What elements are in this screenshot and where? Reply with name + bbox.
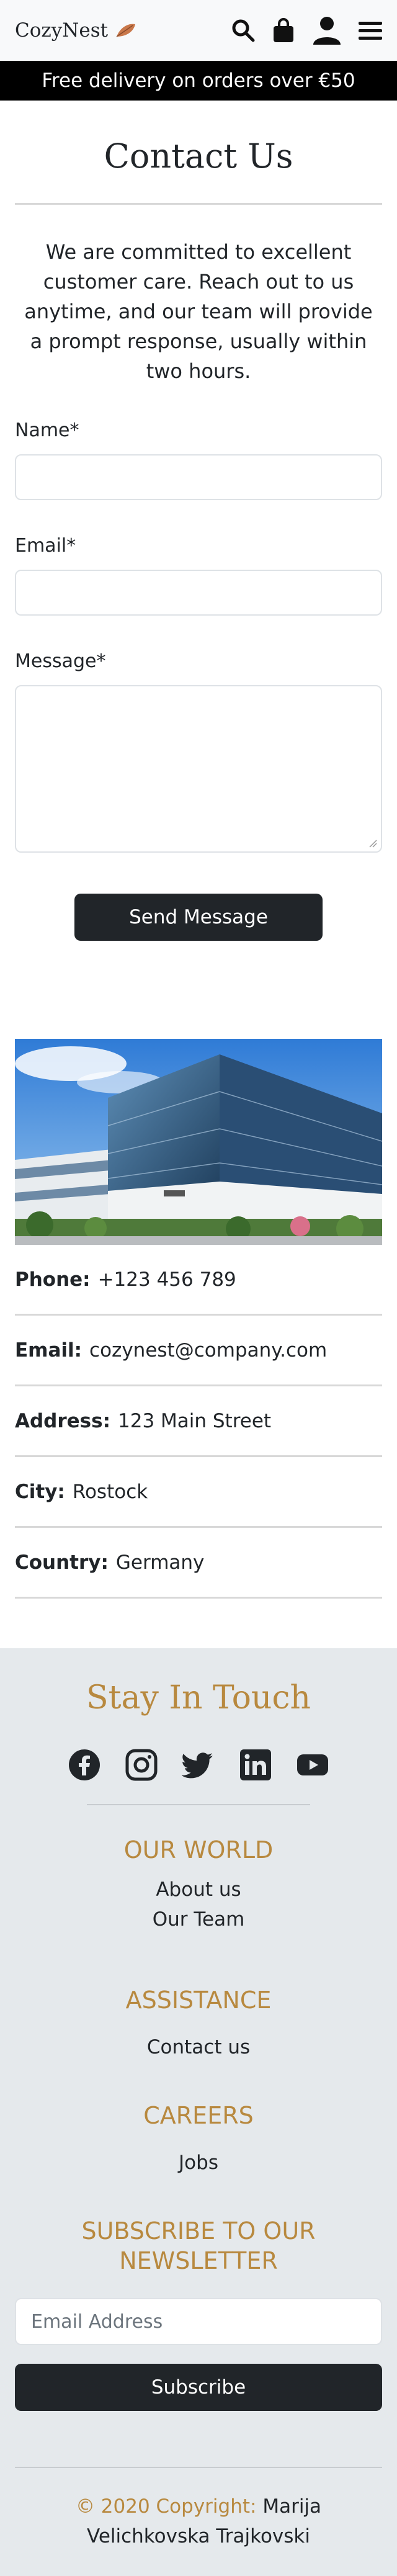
our-world-title: OUR WORLD <box>123 1836 274 1864</box>
subscribe-button[interactable]: Subscribe <box>15 2364 382 2411</box>
email-field[interactable] <box>15 570 382 616</box>
about-us-link[interactable]: About us <box>0 1875 397 1905</box>
contact-info: Phone: +123 456 789 Email: cozynest@comp… <box>15 1245 382 1599</box>
instagram-icon[interactable] <box>125 1748 158 1782</box>
menu-icon[interactable] <box>359 20 382 41</box>
youtube-icon[interactable] <box>296 1748 329 1782</box>
phone-label: Phone: <box>15 1268 91 1291</box>
jobs-link[interactable]: Jobs <box>0 2148 397 2178</box>
city-row: City: Rostock <box>15 1457 382 1528</box>
name-field[interactable] <box>15 454 382 500</box>
social-links <box>0 1748 397 1782</box>
email-label: Email* <box>15 535 76 557</box>
user-icon[interactable] <box>311 15 342 46</box>
address-label: Address: <box>15 1409 110 1432</box>
brand-logo[interactable]: CozyNest <box>15 19 136 42</box>
shopping-bag-icon[interactable] <box>272 17 295 43</box>
country-value: Germany <box>115 1551 205 1574</box>
email-row: Email: cozynest@company.com <box>15 1316 382 1386</box>
footer-divider <box>87 1804 310 1805</box>
message-label: Message* <box>15 650 106 672</box>
site-footer: Stay In Touch OUR WORLD About us Our Tea… <box>0 1648 397 2576</box>
office-building-image <box>15 1039 382 1245</box>
newsletter-title: SUBSCRIBE TO OUR NEWSLETTER <box>81 2217 316 2274</box>
resize-grip-icon[interactable] <box>368 839 377 848</box>
city-value: Rostock <box>72 1480 148 1503</box>
phone-row: Phone: +123 456 789 <box>15 1245 382 1316</box>
search-icon[interactable] <box>231 18 256 43</box>
address-value: 123 Main Street <box>118 1409 272 1432</box>
message-field[interactable] <box>15 685 382 853</box>
copyright-prefix: © 2020 Copyright: <box>75 2495 257 2518</box>
contact-intro: We are committed to excellent customer c… <box>24 240 373 383</box>
site-header: CozyNest <box>0 0 397 61</box>
promo-text: Free delivery on orders over €50 <box>42 70 355 92</box>
country-label: Country: <box>15 1551 109 1574</box>
twitter-icon[interactable] <box>181 1748 215 1782</box>
our-team-link[interactable]: Our Team <box>0 1905 397 1934</box>
email-label: Email: <box>15 1339 83 1362</box>
stay-in-touch-title: Stay In Touch <box>86 1679 311 1717</box>
assistance-title: ASSISTANCE <box>125 1986 272 2014</box>
footer-bottom-divider <box>15 2467 382 2468</box>
city-label: City: <box>15 1480 65 1503</box>
careers-title: CAREERS <box>143 2102 254 2129</box>
promo-banner: Free delivery on orders over €50 <box>0 61 397 101</box>
copyright: © 2020 Copyright: Marija Velichkovska Tr… <box>0 2492 397 2551</box>
contact-us-link[interactable]: Contact us <box>0 2032 397 2062</box>
page-title: Contact Us <box>104 137 293 176</box>
divider <box>15 203 382 205</box>
brand-name: CozyNest <box>15 19 109 42</box>
name-label: Name* <box>15 420 79 441</box>
email-value: cozynest@company.com <box>89 1339 328 1362</box>
facebook-icon[interactable] <box>68 1748 101 1782</box>
send-message-button[interactable]: Send Message <box>74 894 323 941</box>
country-row: Country: Germany <box>15 1528 382 1599</box>
phone-value: +123 456 789 <box>97 1268 236 1291</box>
leaf-icon <box>116 24 136 37</box>
contact-form: Name* Email* Message* Send Message <box>15 418 382 941</box>
address-row: Address: 123 Main Street <box>15 1386 382 1457</box>
newsletter-email-input[interactable]: Email Address <box>15 2298 382 2345</box>
linkedin-icon[interactable] <box>239 1748 272 1782</box>
